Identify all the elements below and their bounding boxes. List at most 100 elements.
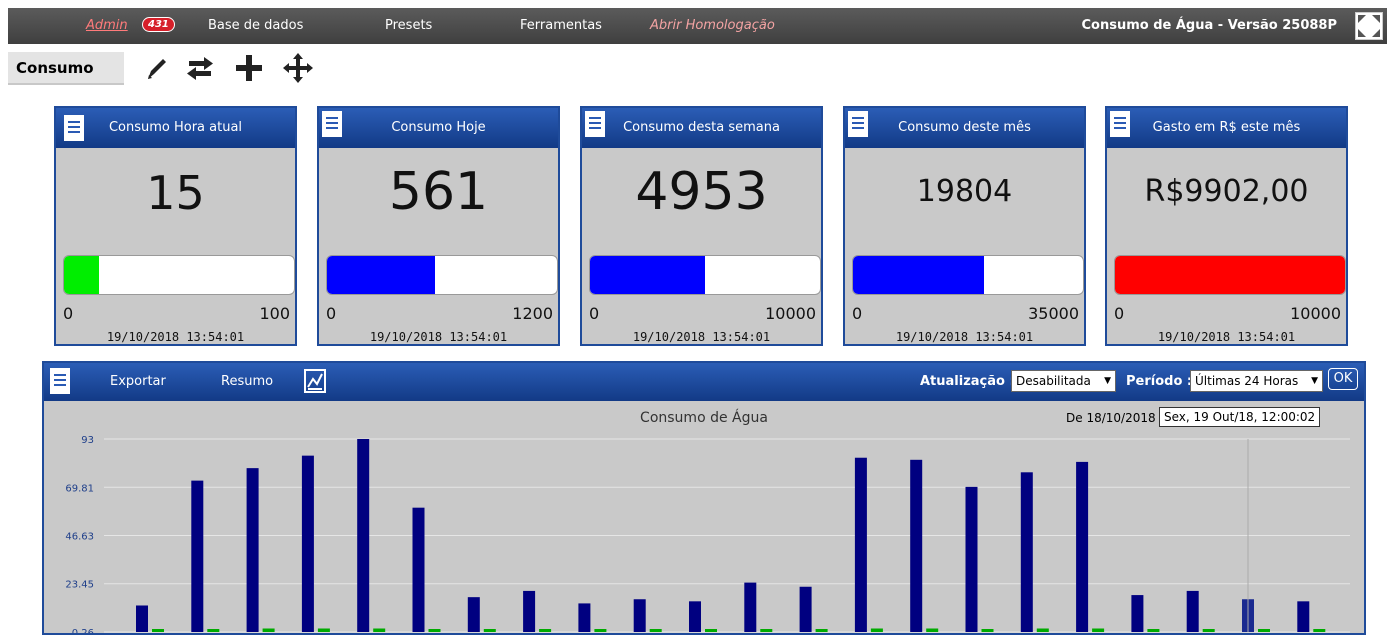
ok-button[interactable]: OK — [1328, 368, 1358, 390]
chart-bar-secondary[interactable] — [262, 628, 275, 633]
y-tick-label: 0.26 — [72, 628, 94, 635]
chart-bar-secondary[interactable] — [926, 628, 939, 633]
range-max: 35000 — [1028, 304, 1079, 323]
progress-fill — [1115, 256, 1345, 294]
chart-bar-secondary[interactable] — [317, 628, 330, 633]
chart-bar[interactable] — [357, 439, 370, 632]
chart-bar-secondary[interactable] — [1036, 628, 1049, 633]
chart-bar[interactable] — [854, 457, 867, 632]
chart-bar[interactable] — [910, 459, 923, 632]
chart-bar[interactable] — [1020, 472, 1033, 632]
add-button[interactable] — [234, 52, 264, 85]
app-title: Consumo de Água - Versão 25088P — [1081, 18, 1337, 33]
card-title: Consumo deste mês — [898, 120, 1031, 135]
chart-bar-secondary[interactable] — [207, 629, 220, 632]
chart-bar[interactable] — [136, 605, 148, 632]
document-icon[interactable] — [1110, 111, 1130, 137]
chart-bar-secondary[interactable] — [1258, 629, 1270, 632]
range-max: 1200 — [512, 304, 553, 323]
chart-bar[interactable] — [1297, 601, 1310, 632]
fullscreen-button[interactable] — [1355, 12, 1383, 40]
swap-button[interactable] — [185, 52, 215, 85]
chart-bar[interactable] — [412, 507, 425, 632]
range-min: 0 — [63, 304, 74, 323]
chart-bar[interactable] — [301, 455, 314, 632]
progress-bar — [589, 255, 821, 295]
chart-bar[interactable] — [523, 590, 536, 632]
chart-bar-secondary[interactable] — [649, 629, 662, 632]
progress-fill — [590, 256, 705, 294]
chart-bar[interactable] — [799, 586, 812, 632]
chart-bar[interactable] — [1131, 595, 1144, 632]
chart-bar[interactable] — [578, 603, 591, 632]
chart-bar-secondary[interactable] — [760, 629, 773, 632]
chart-bar-secondary[interactable] — [815, 629, 828, 632]
chart-bar-secondary[interactable] — [1147, 629, 1160, 632]
chart-bar-secondary[interactable] — [373, 628, 386, 633]
top-menu-bar: Admin 431 Base de dados Presets Ferramen… — [8, 8, 1387, 44]
chart-panel: Exportar Resumo Atualização : Desabilita… — [42, 361, 1366, 635]
chart-bar[interactable] — [467, 597, 480, 632]
chart-bar-secondary[interactable] — [1092, 628, 1105, 633]
update-select[interactable]: Desabilitada ▼ — [1011, 370, 1116, 392]
document-icon[interactable] — [50, 368, 70, 394]
chart-bar[interactable] — [633, 599, 646, 632]
period-select[interactable]: Últimas 24 Horas ▼ — [1190, 370, 1323, 392]
menu-base-de-dados[interactable]: Base de dados — [208, 18, 303, 33]
card-gasto-mes: Gasto em R$ este mês R$9902,00 0 10000 1… — [1105, 106, 1348, 346]
chart-bar[interactable] — [1076, 461, 1089, 632]
tab-consumo[interactable]: Consumo — [8, 52, 124, 85]
progress-fill — [327, 256, 436, 294]
card-header: Consumo Hora atual — [56, 108, 295, 148]
chart-tooltip: Sex, 19 Out/18, 12:00:02 — [1159, 407, 1321, 427]
progress-bar — [1114, 255, 1346, 295]
chart-bar-secondary[interactable] — [870, 628, 883, 633]
card-header: Consumo desta semana — [582, 108, 821, 148]
card-consumo-mes: Consumo deste mês 19804 0 35000 19/10/20… — [843, 106, 1086, 346]
period-select-value: Últimas 24 Horas — [1195, 374, 1299, 388]
chart-line-icon[interactable] — [304, 369, 326, 393]
summary-button[interactable]: Resumo — [221, 374, 273, 389]
chart-bar[interactable] — [191, 480, 204, 632]
menu-abrir-homologacao[interactable]: Abrir Homologação — [650, 18, 775, 33]
chart-bar-secondary[interactable] — [705, 629, 717, 632]
range-min: 0 — [326, 304, 337, 323]
chart-bar-secondary[interactable] — [1202, 629, 1215, 632]
chart-bar-secondary[interactable] — [428, 629, 441, 632]
dropdown-arrow-icon: ▼ — [1311, 376, 1318, 386]
notification-badge[interactable]: 431 — [142, 17, 175, 32]
card-value: R$9902,00 — [1144, 174, 1309, 209]
menu-ferramentas[interactable]: Ferramentas — [520, 18, 602, 33]
timestamp: 19/10/2018 13:54:01 — [632, 330, 771, 344]
progress-fill — [853, 256, 985, 294]
export-button[interactable]: Exportar — [110, 374, 166, 389]
card-value: 15 — [146, 166, 205, 220]
chart-bar-secondary[interactable] — [152, 629, 164, 632]
document-icon[interactable] — [322, 111, 342, 137]
chart-bar[interactable] — [965, 486, 978, 632]
card-value: 561 — [388, 162, 489, 222]
card-header: Consumo deste mês — [845, 108, 1084, 148]
menu-presets[interactable]: Presets — [385, 18, 432, 33]
chart-bar-secondary[interactable] — [483, 629, 496, 632]
chart-bar-secondary[interactable] — [594, 629, 607, 632]
bar-chart: 93 69.81 46.63 23.45 0.26 — [65, 435, 1350, 635]
card-title: Consumo Hoje — [391, 120, 486, 135]
chart-bar[interactable] — [246, 468, 259, 632]
card-title: Consumo Hora atual — [108, 120, 243, 135]
card-title: Gasto em R$ este mês — [1152, 120, 1301, 135]
edit-button[interactable] — [142, 52, 172, 85]
chart-bar-secondary[interactable] — [1313, 629, 1326, 632]
document-icon[interactable] — [585, 111, 605, 137]
document-icon[interactable] — [848, 111, 868, 137]
chart-bar[interactable] — [689, 601, 701, 632]
chart-bar[interactable] — [744, 582, 757, 632]
chart-bar[interactable] — [1186, 590, 1199, 632]
move-button[interactable] — [283, 52, 313, 85]
chart-bar-secondary[interactable] — [539, 629, 552, 632]
update-select-value: Desabilitada — [1016, 374, 1091, 388]
move-icon — [283, 53, 313, 83]
document-icon[interactable] — [64, 115, 84, 141]
admin-link[interactable]: Admin — [86, 18, 128, 33]
chart-bar-secondary[interactable] — [981, 629, 994, 632]
